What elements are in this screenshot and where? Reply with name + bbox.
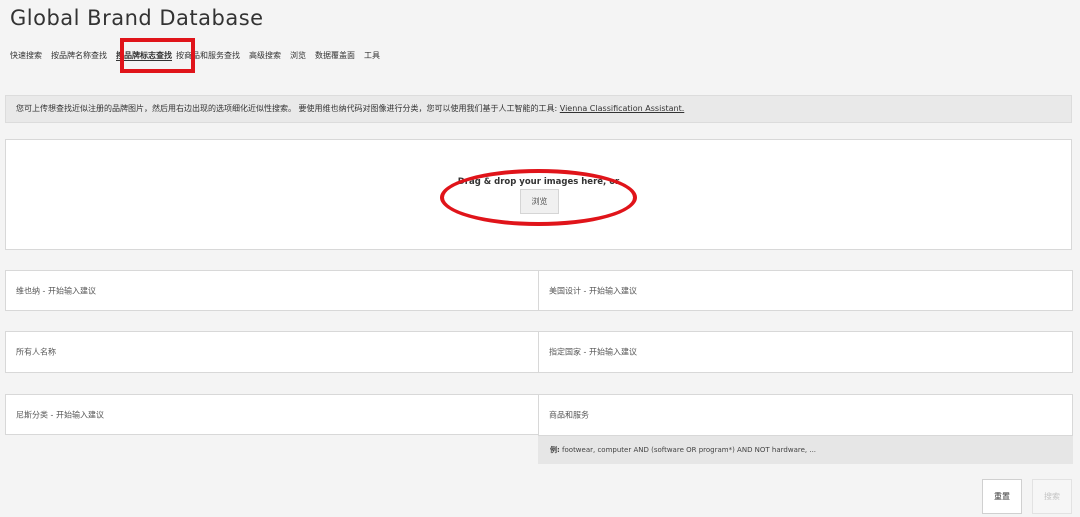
page-title: Global Brand Database bbox=[10, 6, 264, 30]
goods-services-placeholder: 商品和服务 bbox=[549, 410, 589, 420]
hint-text: footwear, computer AND (software OR prog… bbox=[559, 446, 817, 454]
tab-goods-services[interactable]: 按商品和服务查找 bbox=[176, 49, 240, 63]
tab-tools[interactable]: 工具 bbox=[364, 49, 380, 63]
us-design-input[interactable]: 美国设计 - 开始输入建议 bbox=[538, 270, 1073, 311]
reset-button[interactable]: 重置 bbox=[982, 479, 1022, 514]
designated-country-placeholder: 指定国家 - 开始输入建议 bbox=[549, 347, 637, 357]
vienna-assistant-link[interactable]: Vienna Classification Assistant. bbox=[560, 104, 685, 113]
owner-name-placeholder: 所有人名称 bbox=[16, 347, 56, 357]
tab-brand-name[interactable]: 按品牌名称查找 bbox=[51, 49, 107, 63]
owner-name-input[interactable]: 所有人名称 bbox=[5, 331, 539, 373]
us-design-placeholder: 美国设计 - 开始输入建议 bbox=[549, 286, 637, 295]
tab-quick-search[interactable]: 快速搜索 bbox=[10, 49, 42, 63]
tab-browse[interactable]: 浏览 bbox=[290, 49, 306, 63]
tab-data-coverage[interactable]: 数据覆盖面 bbox=[315, 49, 355, 63]
search-tabs: 快速搜索 按品牌名称查找 按品牌标志查找 按商品和服务查找 高级搜索 浏览 数据… bbox=[10, 49, 389, 63]
goods-services-hint: 例: footwear, computer AND (software OR p… bbox=[538, 436, 1073, 464]
designated-country-input[interactable]: 指定国家 - 开始输入建议 bbox=[538, 331, 1073, 373]
info-text: 您可上传想查找近似注册的品牌图片，然后用右边出现的选项细化近似性搜索。 要使用维… bbox=[16, 104, 560, 113]
tab-brand-image[interactable]: 按品牌标志查找 bbox=[116, 49, 172, 63]
nice-class-placeholder: 尼斯分类 - 开始输入建议 bbox=[16, 410, 104, 419]
search-button[interactable]: 搜索 bbox=[1032, 479, 1072, 514]
vienna-input[interactable]: 维也纳 - 开始输入建议 bbox=[5, 270, 539, 311]
goods-services-input[interactable]: 商品和服务 bbox=[538, 394, 1073, 436]
nice-class-input[interactable]: 尼斯分类 - 开始输入建议 bbox=[5, 394, 539, 435]
dropzone-text: Drag & drop your images here, or bbox=[457, 177, 620, 187]
info-bar: 您可上传想查找近似注册的品牌图片，然后用右边出现的选项细化近似性搜索。 要使用维… bbox=[5, 95, 1072, 123]
hint-prefix: 例: bbox=[550, 446, 560, 454]
image-dropzone[interactable]: Drag & drop your images here, or 浏览 bbox=[5, 139, 1072, 250]
browse-button[interactable]: 浏览 bbox=[520, 189, 559, 214]
tab-advanced-search[interactable]: 高级搜索 bbox=[249, 49, 281, 63]
page: Global Brand Database 快速搜索 按品牌名称查找 按品牌标志… bbox=[0, 0, 1080, 517]
vienna-placeholder: 维也纳 - 开始输入建议 bbox=[16, 286, 96, 295]
